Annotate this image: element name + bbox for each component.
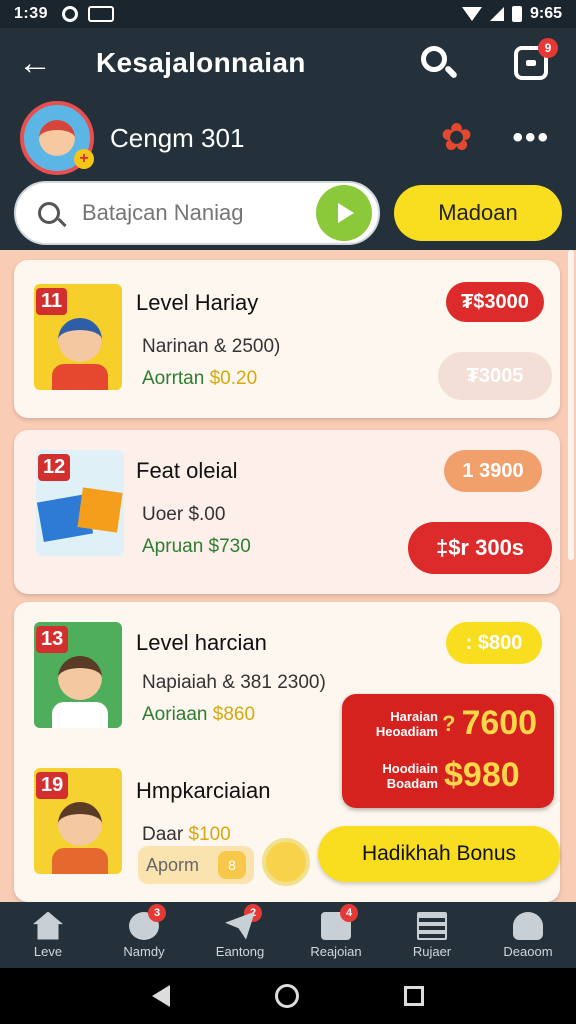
search-field-icon [38,202,60,224]
level-number: 19 [36,772,69,799]
send-icon [225,911,255,940]
page-title: Kesajalonnaian [96,47,306,78]
promo-mark: ? [442,710,456,736]
apply-mini-badge: 8 [218,851,246,879]
nav-item-eantong[interactable]: 2 Eantong [192,902,288,968]
nav-item-leve[interactable]: Leve [0,902,96,968]
notification-icon [62,6,79,22]
nav-item-deaoom[interactable]: Deaoom [480,902,576,968]
system-recents-icon[interactable] [403,986,424,1006]
nav-label: Deaoom [503,943,553,959]
profile-actions: ✿ ••• [441,119,556,157]
level-number: 13 [36,626,69,653]
home-icon [33,911,63,940]
level-card[interactable]: 11 Level Hariay Narinan & 2500) Aorrtan … [14,260,560,418]
promo-label: Hoodiain Boadam [382,760,438,791]
search-bar [14,181,380,245]
app-notification-icon [88,6,115,22]
signal-icon [489,7,504,21]
level-thumbnail: 11 [34,284,122,390]
level-thumbnail: 12 [36,450,124,556]
bottom-nav: Leve 3 Namdy 2 Eantong 4 Reajoian Rujaer… [0,902,576,968]
madoan-button[interactable]: Madoan [394,185,562,241]
play-go-icon[interactable] [316,185,372,241]
card-title: Hmpkarciaian [136,778,271,803]
card-subtitle: Uoer $.00 [142,504,226,525]
search-icon[interactable] [418,43,459,83]
search-row: Madoan [0,178,576,248]
username: Cengm 301 [110,122,245,153]
more-options-icon[interactable]: ••• [512,121,550,155]
nav-label: Eantong [215,943,265,959]
promo-value: $980 [444,756,520,794]
nav-label: Rujaer [412,943,452,959]
coin-icon[interactable] [262,838,310,886]
nav-label: Leve [33,943,63,959]
scrollbar[interactable] [568,250,574,560]
promo-row: Haraian Heoadiam ? 7600 [352,704,537,743]
apply-field[interactable]: Aporm 8 [138,846,254,884]
card-amount: Aorrtan $0.20 [142,368,258,389]
price-pill-disabled[interactable]: ₮3005 [438,352,552,400]
avatar[interactable]: + [20,101,94,175]
card-amount: Apruan $730 [142,536,251,557]
status-time: 1:39 [14,5,49,22]
level-number: 11 [36,288,68,315]
flower-icon[interactable]: ✿ [441,119,473,157]
apply-label: Aporm [146,854,200,875]
nav-item-reajoian[interactable]: 4 Reajoian [288,902,384,968]
list-icon [417,911,447,940]
add-badge-icon: + [74,149,94,169]
scan-icon[interactable]: 9 [514,38,558,80]
promo-value: 7600 [461,704,538,742]
level-number: 12 [38,454,71,481]
nav-item-rujaer[interactable]: Rujaer [384,902,480,968]
system-home-icon[interactable] [274,984,299,1008]
system-back-icon[interactable] [152,985,171,1007]
search-input[interactable] [82,200,302,226]
nav-badge: 4 [340,904,358,922]
card-title: Level Hariay [136,290,259,315]
top-actions: 9 [418,38,558,83]
promo-row: Hoodiain Boadam $980 [352,756,520,795]
bonus-button[interactable]: Hadikhah Bonus [318,826,560,882]
card-subtitle: Napiaiah & 381 2300) [142,672,326,693]
level-list: 11 Level Hariay Narinan & 2500) Aorrtan … [0,250,576,902]
card-subtitle: Daar $100 [142,824,231,845]
nav-label: Namdy [123,943,165,959]
price-pill[interactable]: 1 3900 [444,450,542,492]
system-nav-bar [0,968,576,1024]
price-pill[interactable]: : $800 [446,622,542,664]
card-title: Level harcian [136,630,267,655]
card-subtitle: Narinan & 2500) [142,336,281,357]
level-thumbnail: 19 [34,768,122,874]
level-card[interactable]: 12 Feat oleial Uoer $.00 Apruan $730 1 3… [14,430,560,594]
wifi-icon [461,7,482,21]
level-thumbnail: 13 [34,622,122,728]
promo-box[interactable]: Haraian Heoadiam ? 7600 Hoodiain Boadam … [342,694,554,808]
profile-row: + Cengm 301 ✿ ••• [0,98,576,178]
promo-label: Haraian Heoadiam [375,708,438,739]
card-title: Feat oleial [136,458,238,483]
status-left-icons [62,6,115,22]
battery-icon [511,6,522,22]
avatar-face-icon [39,120,75,156]
nav-badge: 3 [148,904,166,922]
user-icon [513,911,543,940]
nav-label: Reajoian [310,943,362,959]
back-arrow-icon[interactable]: ← [18,44,64,83]
battery-text: 9:65 [529,5,562,22]
price-pill[interactable]: ₮$3000 [446,282,544,322]
top-bar: ← Kesajalonnaian 9 [0,28,576,98]
price-pill-primary[interactable]: ‡$r 300s [408,522,552,574]
scan-badge: 9 [538,38,558,58]
nav-item-namdy[interactable]: 3 Namdy [96,902,192,968]
app-header: ← Kesajalonnaian 9 + Cengm 301 ✿ ••• Mad… [0,28,576,256]
card-amount: Aoriaan $860 [142,704,256,725]
status-right-icons: 9:65 [461,5,562,23]
status-bar: 1:39 9:65 [0,0,576,28]
